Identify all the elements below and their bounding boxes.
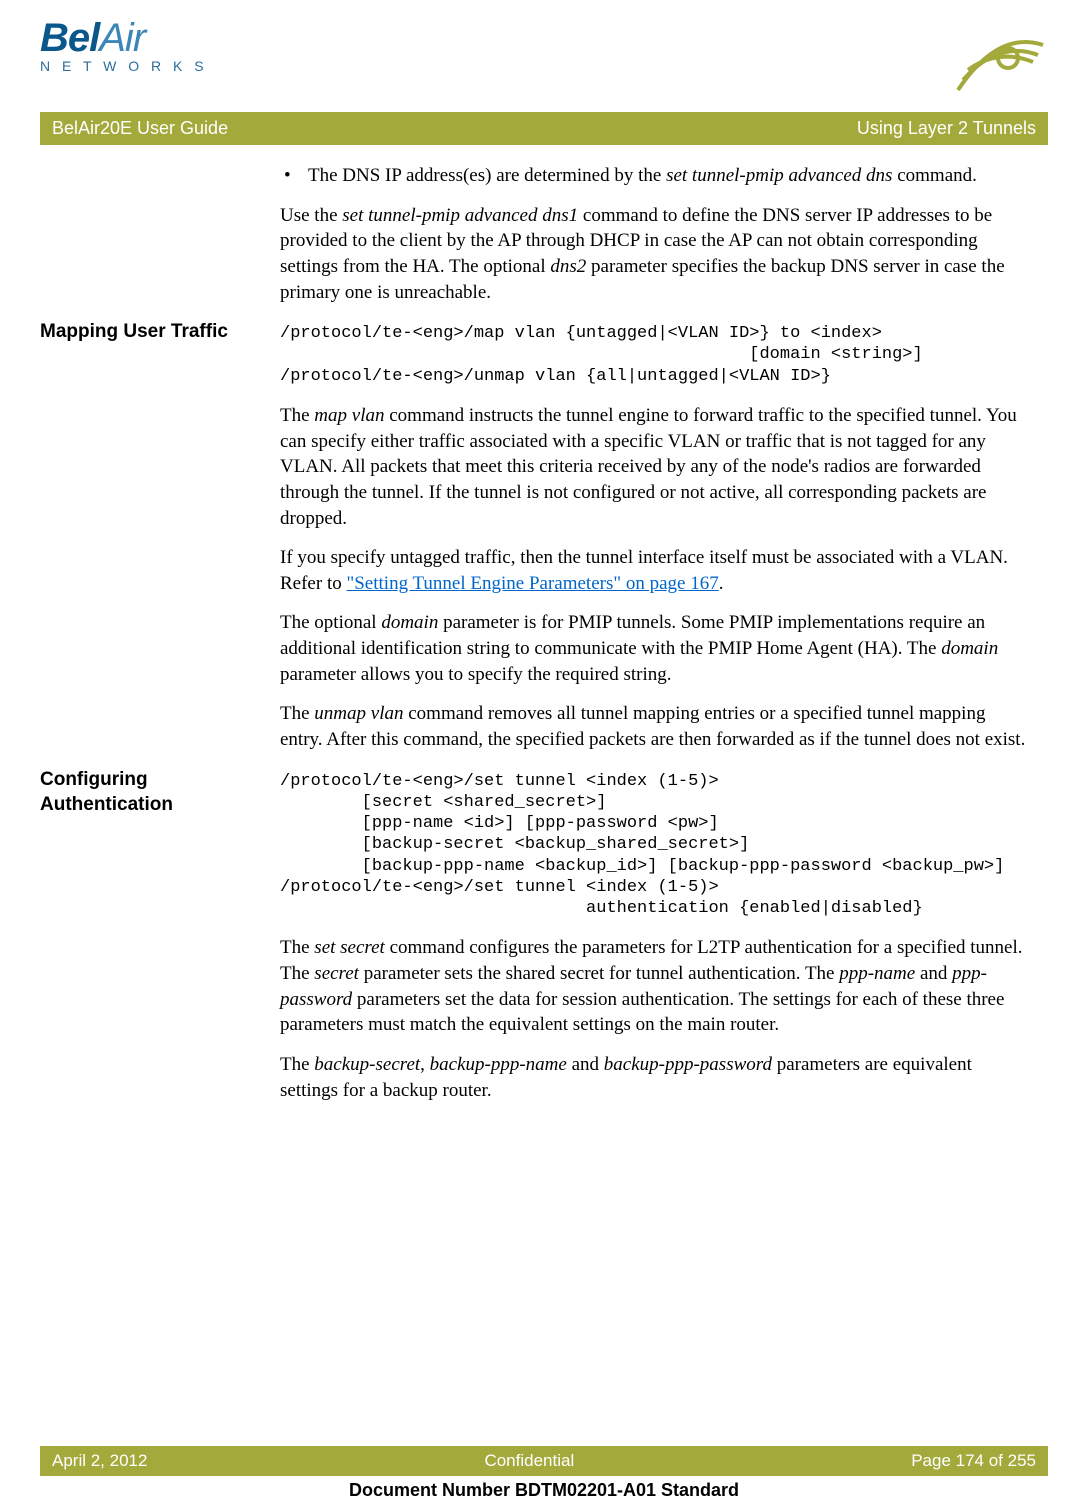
footer: April 2, 2012 Confidential Page 174 of 2… [40, 1446, 1048, 1501]
title-right: Using Layer 2 Tunnels [857, 118, 1036, 139]
t: and [915, 963, 952, 984]
title-left: BelAir20E User Guide [52, 118, 228, 139]
intro-list: The DNS IP address(es) are determined by… [280, 163, 1028, 189]
t: parameters set the data for session auth… [280, 989, 1004, 1036]
link-tunnel-params[interactable]: "Setting Tunnel Engine Parameters" on pa… [346, 573, 718, 594]
t: set secret [314, 937, 385, 958]
t: ppp-name [839, 963, 915, 984]
auth-block: /protocol/te-<eng>/set tunnel <index (1-… [280, 767, 1048, 1118]
t: The [280, 937, 314, 958]
footer-page: Page 174 of 255 [911, 1451, 1036, 1471]
logo-subtitle: N E T W O R K S [40, 58, 220, 74]
swirl-icon [948, 20, 1048, 100]
mapping-p1: The map vlan command instructs the tunne… [280, 403, 1028, 531]
mapping-code: /protocol/te-<eng>/map vlan {untagged|<V… [280, 323, 1028, 387]
t: domain [381, 612, 438, 633]
logo-brand-1: Bel [40, 16, 99, 60]
t: domain [941, 638, 998, 659]
t: The optional [280, 612, 381, 633]
heading-mapping: Mapping User Traffic [40, 319, 260, 766]
logo: BelAir N E T W O R K S [40, 20, 220, 74]
intro-para: Use the set tunnel-pmip advanced dns1 co… [280, 203, 1028, 306]
mapping-p3: The optional domain parameter is for PMI… [280, 610, 1028, 687]
intro-block: The DNS IP address(es) are determined by… [280, 163, 1048, 319]
mapping-block: /protocol/te-<eng>/map vlan {untagged|<V… [280, 319, 1048, 766]
intro-bullet-tail: command. [892, 165, 976, 186]
t: The [280, 1054, 314, 1075]
t: The [280, 405, 314, 426]
t: parameter allows you to specify the requ… [280, 664, 672, 685]
title-bar: BelAir20E User Guide Using Layer 2 Tunne… [40, 112, 1048, 145]
mapping-p4: The unmap vlan command removes all tunne… [280, 701, 1028, 752]
t: dns2 [550, 256, 586, 277]
logo-brand: BelAir [40, 20, 220, 56]
body: The DNS IP address(es) are determined by… [40, 163, 1048, 1117]
mapping-p2: If you specify untagged traffic, then th… [280, 545, 1028, 596]
t: Use the [280, 205, 342, 226]
page: BelAir N E T W O R K S BelAir20E User Gu… [0, 0, 1088, 1511]
intro-bullet-text: The DNS IP address(es) are determined by… [308, 165, 666, 186]
t: set tunnel-pmip advanced dns1 [342, 205, 578, 226]
t: The [280, 703, 314, 724]
auth-p1: The set secret command configures the pa… [280, 935, 1028, 1038]
auth-p2: The backup-secret, backup-ppp-name and b… [280, 1052, 1028, 1103]
t: backup-secret [314, 1054, 420, 1075]
side-empty-1 [40, 163, 260, 319]
intro-bullet: The DNS IP address(es) are determined by… [308, 163, 1028, 189]
intro-bullet-ital: set tunnel-pmip advanced dns [666, 165, 892, 186]
footer-bar: April 2, 2012 Confidential Page 174 of 2… [40, 1446, 1048, 1476]
logo-brand-2: Air [99, 16, 145, 60]
header: BelAir N E T W O R K S [40, 20, 1048, 100]
t: and [567, 1054, 604, 1075]
t: secret [314, 963, 359, 984]
footer-docnum: Document Number BDTM02201-A01 Standard [40, 1480, 1048, 1501]
t: command instructs the tunnel engine to f… [280, 405, 1017, 529]
footer-confidential: Confidential [484, 1451, 574, 1471]
t: backup-ppp-name [430, 1054, 567, 1075]
t: map vlan [314, 405, 384, 426]
t: backup-ppp-password [604, 1054, 772, 1075]
t: . [719, 573, 724, 594]
t: , [420, 1054, 430, 1075]
auth-code: /protocol/te-<eng>/set tunnel <index (1-… [280, 771, 1028, 920]
heading-auth: Configuring Authentication [40, 767, 260, 1118]
t: parameter sets the shared secret for tun… [359, 963, 839, 984]
footer-date: April 2, 2012 [52, 1451, 147, 1471]
t: unmap vlan [314, 703, 403, 724]
